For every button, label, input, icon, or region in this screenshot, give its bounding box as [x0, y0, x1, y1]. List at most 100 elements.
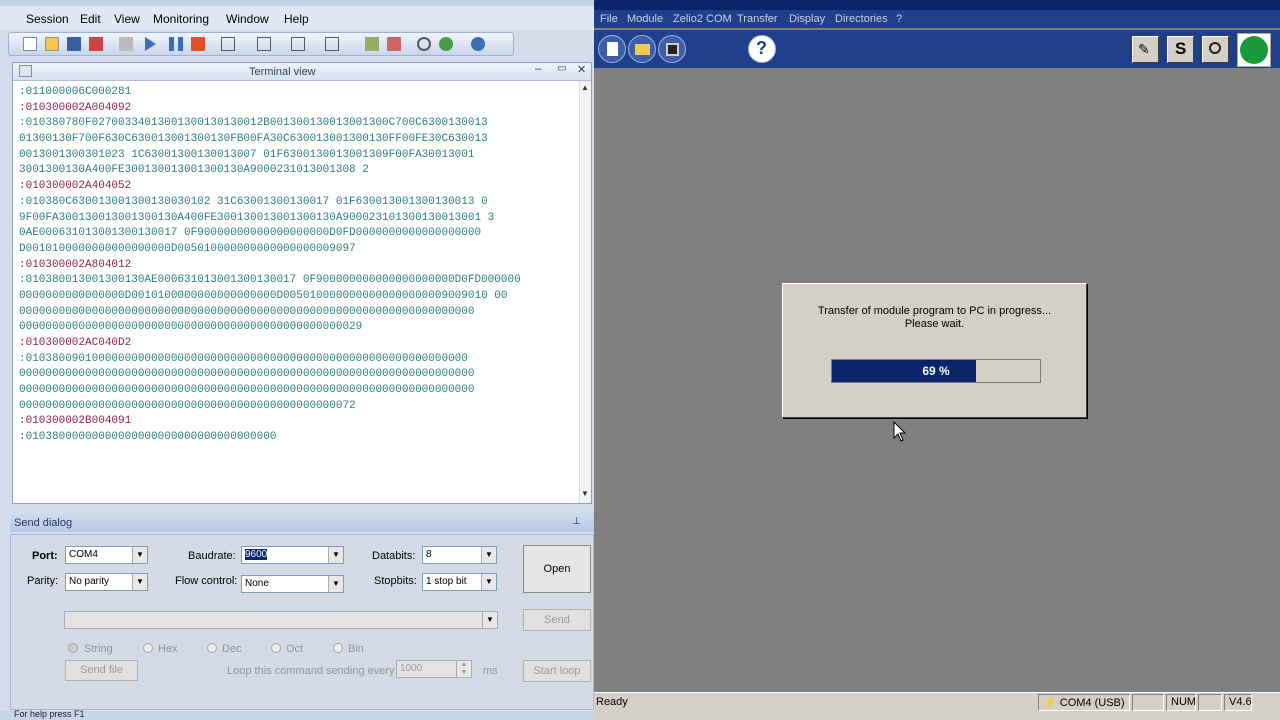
chevron-down-icon: ▼ [481, 574, 496, 590]
parity-value: No parity [69, 576, 110, 587]
parity-select[interactable]: No parity ▼ [65, 573, 148, 591]
clear-filter-icon[interactable] [387, 37, 401, 51]
zelio-title-bar [594, 0, 1280, 10]
terminal-line: :010300002A804012 [19, 258, 132, 271]
search-icon[interactable] [417, 37, 431, 51]
stop-icon[interactable] [191, 37, 205, 51]
menu-file[interactable]: File [600, 13, 618, 25]
terminal-line: :010380090100000000000000000000000000000… [19, 352, 468, 365]
table-icon[interactable] [291, 37, 305, 51]
minimize-icon[interactable]: – [535, 63, 541, 75]
stopbits-select[interactable]: 1 stop bit ▼ [422, 573, 497, 591]
loop-interval-stepper[interactable]: 1000 ▲ ▼ [396, 660, 472, 678]
zoom-search-icon[interactable] [1202, 36, 1229, 63]
radio-dec[interactable] [207, 643, 217, 653]
status-num: NUM [1166, 694, 1196, 711]
open-button[interactable]: Open [523, 545, 591, 593]
copy-icon[interactable] [119, 37, 133, 51]
terminal-output[interactable]: :011000006C000281:010300002A004092:01038… [19, 85, 581, 501]
terminal-line: 0013001300301023 1C63001300130013007 01F… [19, 148, 475, 161]
maximize-icon[interactable]: ▭ [557, 63, 566, 74]
menu-session[interactable]: Session [26, 12, 69, 26]
chevron-down-icon: ▼ [328, 547, 343, 563]
menu-about[interactable]: ? [896, 13, 902, 25]
pause-icon[interactable] [169, 37, 183, 51]
terminal-line: D0010100000000000000000D0050100000000000… [19, 242, 356, 255]
flow-control-value: None [245, 578, 269, 589]
send-file-button[interactable]: Send file [65, 660, 138, 681]
databits-label: Databits: [372, 550, 416, 562]
report-icon[interactable] [325, 37, 339, 51]
open-icon[interactable] [45, 37, 59, 51]
port-value: COM4 [69, 549, 98, 560]
menu-transfer[interactable]: Transfer [737, 13, 778, 25]
menu-directories[interactable]: Directories [835, 13, 888, 25]
terminal-window-icon [19, 65, 32, 77]
menu-zelio2com[interactable]: Zelio2 COM [673, 13, 732, 25]
menu-monitoring[interactable]: Monitoring [153, 12, 209, 26]
baudrate-label: Baudrate: [188, 550, 236, 562]
menu-module[interactable]: Module [627, 13, 663, 25]
save-icon[interactable] [67, 37, 81, 51]
port-label: Port: [32, 550, 58, 562]
menu-view[interactable]: View [114, 12, 140, 26]
menu-window[interactable]: Window [226, 12, 269, 26]
scroll-up-icon[interactable]: ▲ [581, 83, 589, 92]
new-file-icon[interactable] [598, 35, 626, 63]
edit-program-icon[interactable]: ✎ [1132, 36, 1159, 63]
filter-icon[interactable] [365, 37, 379, 51]
terminal-line: :010300002AC040D2 [19, 337, 132, 349]
databits-value: 8 [426, 549, 432, 560]
supervision-icon[interactable]: S [1167, 36, 1194, 63]
new-icon[interactable] [23, 37, 37, 51]
open-folder-icon[interactable] [628, 35, 656, 63]
save-disk-icon[interactable] [658, 35, 686, 63]
find-next-icon[interactable] [439, 37, 453, 51]
list-icon[interactable] [257, 37, 271, 51]
loop-label: Loop this command sending every [227, 665, 395, 677]
plug-icon: ⚡ [1043, 697, 1057, 709]
question-icon[interactable]: ? [748, 35, 776, 63]
terminal-line: 0000000000000000000000000000000000000000… [19, 321, 363, 334]
terminal-line: 0000000000000000000000000000000000000000… [19, 368, 475, 381]
please-wait-message: Please wait. [904, 318, 965, 330]
status-empty-pane-2 [1198, 694, 1222, 711]
close-icon[interactable]: ✕ [577, 63, 586, 76]
left-status-text: For help press F1 [14, 709, 85, 719]
terminal-line: 9F00FA300130013001300130A400FE3001300130… [19, 211, 495, 224]
menu-help[interactable]: Help [284, 12, 309, 26]
scroll-down-icon[interactable]: ▼ [581, 489, 589, 498]
terminal-line: :010300002A404052 [19, 180, 132, 193]
terminal-line: :010380780F02700334013001300130130012B00… [19, 117, 488, 130]
start-loop-button[interactable]: Start loop [523, 660, 591, 682]
grid-icon[interactable] [221, 37, 235, 51]
radio-hex[interactable] [143, 643, 153, 653]
stopbits-value: 1 stop bit [426, 576, 467, 587]
help-icon[interactable] [471, 37, 485, 51]
terminal-line: :010300002A004092 [19, 101, 132, 114]
close-session-icon[interactable] [89, 37, 103, 51]
radio-string[interactable] [68, 643, 78, 653]
flow-control-select[interactable]: None ▼ [241, 575, 344, 593]
zelio-toolbar: ? ✎ S [594, 30, 1280, 68]
radio-bin-label: Bin [348, 643, 364, 655]
stopbits-label: Stopbits: [374, 575, 417, 587]
databits-select[interactable]: 8 ▼ [422, 546, 497, 564]
port-select[interactable]: COM4 ▼ [65, 546, 148, 564]
radio-oct[interactable] [271, 643, 281, 653]
pin-icon[interactable]: ⊥ [572, 516, 581, 527]
parity-label: Parity: [27, 575, 59, 587]
radio-bin[interactable] [333, 643, 343, 653]
command-input[interactable]: ▼ [64, 611, 498, 629]
menu-edit[interactable]: Edit [80, 12, 101, 26]
chevron-down-icon: ▼ [328, 576, 343, 592]
menu-display[interactable]: Display [789, 13, 825, 25]
send-button[interactable]: Send [523, 609, 591, 631]
flow-control-label: Flow control: [175, 575, 238, 587]
play-icon[interactable] [145, 37, 156, 51]
terminal-scrollbar[interactable]: ▲ ▼ [579, 81, 591, 503]
send-dialog-title: Send dialog [14, 517, 73, 529]
baudrate-select[interactable]: 9600 ▼ [241, 546, 344, 564]
baudrate-value: 9600 [245, 549, 268, 560]
terminal-line: 0000000000000000000000000000000000000000… [19, 384, 475, 397]
